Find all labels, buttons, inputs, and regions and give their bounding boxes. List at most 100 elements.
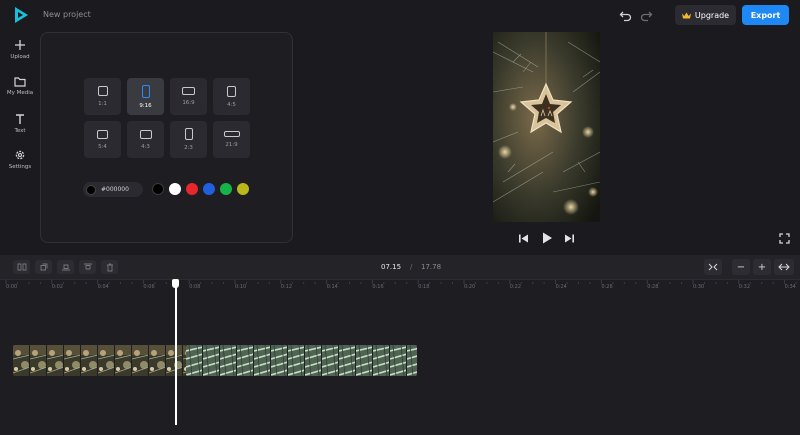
ruler-tick-label: 0:14 <box>326 284 338 290</box>
ratio-shape <box>139 129 152 139</box>
timeline-ruler[interactable] <box>0 279 800 293</box>
ratio-option-4-5[interactable]: 4:5 <box>213 78 250 115</box>
color-preview-dot <box>86 184 96 195</box>
fullscreen-icon[interactable] <box>779 233 790 244</box>
play-icon[interactable] <box>540 231 554 245</box>
sidebar-item-my-media[interactable]: My Media <box>0 76 40 96</box>
ratio-option-21-9[interactable]: 21:9 <box>213 121 250 158</box>
ruler-tick-label: 0:26 <box>601 284 613 290</box>
ruler-tick-label: 0:22 <box>509 284 522 290</box>
total-duration: 17.78 <box>421 263 442 271</box>
undo-icon[interactable] <box>619 9 633 23</box>
video-clip-ornament[interactable] <box>13 345 186 376</box>
ruler-tick-label: 0:16 <box>372 284 384 290</box>
swatch-blue[interactable] <box>203 183 215 195</box>
upgrade-label: Upgrade <box>694 10 730 20</box>
ruler-tick-label: 0:32 <box>738 284 751 290</box>
video-clip-pine[interactable] <box>186 345 417 376</box>
ratio-label: 4:5 <box>227 101 236 108</box>
collapse-icon <box>708 263 718 271</box>
video-preview[interactable] <box>493 32 600 222</box>
ratio-option-9-16[interactable]: 9:16 <box>127 78 164 115</box>
app-logo-icon[interactable] <box>11 5 31 25</box>
swatch-olive[interactable] <box>237 183 249 195</box>
skip-back-icon[interactable] <box>518 233 529 244</box>
ratio-label: 2:3 <box>184 145 193 151</box>
clip-thumbnail-strip <box>13 345 186 376</box>
redo-icon[interactable] <box>639 9 653 23</box>
ratio-label: 5:4 <box>98 143 107 150</box>
preview-frame-image <box>493 32 600 222</box>
swatch-white[interactable] <box>169 183 181 195</box>
ruler-tick-label: 0:18 <box>418 284 430 290</box>
align-top-button[interactable] <box>79 260 96 274</box>
ratio-label: 9:16 <box>139 102 152 109</box>
upgrade-button[interactable]: Upgrade <box>675 5 736 25</box>
ratio-option-5-4[interactable]: 5:4 <box>84 121 121 158</box>
expand-timeline-button[interactable] <box>774 259 794 275</box>
skip-forward-icon[interactable] <box>564 233 575 244</box>
sidebar-item-label: Text <box>14 128 26 134</box>
align-top-icon <box>83 263 92 270</box>
time-separator: / <box>410 263 413 271</box>
clip-thumbnail-strip <box>186 345 417 376</box>
ruler-tick-label: 0:00 <box>6 284 18 290</box>
zoom-out-button[interactable]: − <box>732 259 750 275</box>
playhead-line[interactable] <box>175 285 177 425</box>
ratio-option-16-9[interactable]: 16:9 <box>170 78 207 115</box>
crown-icon <box>681 12 691 18</box>
ratio-shape <box>184 128 193 140</box>
duplicate-button[interactable] <box>35 260 52 274</box>
ruler-tick-label: 0:20 <box>464 284 476 290</box>
ratio-shape <box>97 86 108 96</box>
ratio-shape <box>182 87 195 95</box>
ratio-shape <box>227 85 236 97</box>
ruler-tick-label: 0:34 <box>784 284 796 290</box>
sidebar-item-label: My Media <box>6 90 34 96</box>
split-button[interactable] <box>13 260 30 274</box>
ruler-tick-label: 0:12 <box>280 284 293 290</box>
sidebar-item-text[interactable]: Text <box>0 113 40 134</box>
ratio-option-2-3[interactable]: 2:3 <box>170 121 207 158</box>
duplicate-icon <box>40 263 47 271</box>
align-bottom-icon <box>61 264 70 271</box>
zoom-in-button[interactable]: + <box>753 259 771 275</box>
ratio-label: 16:9 <box>182 100 195 106</box>
sidebar-item-label: Settings <box>8 164 32 170</box>
ratio-label: 1:1 <box>98 101 107 107</box>
expand-icon <box>778 263 790 271</box>
export-button[interactable]: Export <box>742 5 789 25</box>
trash-icon <box>106 263 113 271</box>
background-color-field[interactable]: #000000 <box>83 182 143 197</box>
ratio-option-4-3[interactable]: 4:3 <box>127 121 164 158</box>
delete-button[interactable] <box>101 260 118 274</box>
sidebar-item-settings[interactable]: Settings <box>0 149 40 170</box>
ruler-tick-label: 0:30 <box>693 284 705 290</box>
ruler-tick-label: 0:02 <box>51 284 64 290</box>
playhead-handle[interactable] <box>172 279 179 288</box>
swatch-black[interactable] <box>152 183 164 195</box>
swatch-green[interactable] <box>220 183 232 195</box>
project-name[interactable]: New project <box>43 10 91 19</box>
format-panel <box>40 32 293 243</box>
ratio-shape <box>223 131 240 137</box>
ratio-option-1-1[interactable]: 1:1 <box>84 78 121 115</box>
color-hex-value: #000000 <box>101 186 129 193</box>
plus-icon <box>15 40 25 50</box>
sidebar-item-upload[interactable]: Upload <box>0 39 40 60</box>
ruler-tick-label: 0:10 <box>235 284 247 290</box>
ruler-tick-label: 0:04 <box>97 284 109 290</box>
text-icon <box>16 114 24 124</box>
ruler-tick-label: 0:08 <box>189 284 201 290</box>
align-bottom-button[interactable] <box>57 260 74 274</box>
split-icon <box>17 263 26 271</box>
ratio-label: 21:9 <box>225 142 238 148</box>
top-bar: New project Upgrade Export <box>0 0 800 32</box>
ratio-label: 4:3 <box>141 143 150 150</box>
folder-icon <box>14 77 26 87</box>
swatch-red[interactable] <box>186 183 198 195</box>
ruler-tick-label: 0:06 <box>143 284 155 290</box>
ratio-shape <box>97 129 108 139</box>
fit-timeline-button[interactable] <box>704 259 722 275</box>
sidebar-item-label: Upload <box>10 54 30 60</box>
